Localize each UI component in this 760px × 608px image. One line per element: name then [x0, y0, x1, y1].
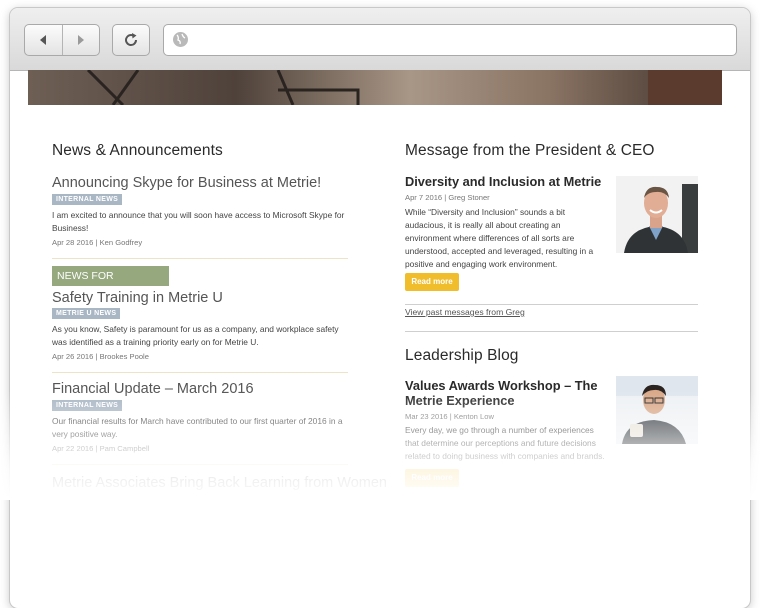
president-meta: Apr 7 2016 | Greg Stoner — [405, 193, 490, 202]
news-title-financial[interactable]: Financial Update – March 2016 — [52, 381, 254, 397]
portrait-photo — [616, 176, 698, 253]
hero-photo — [28, 70, 722, 105]
divider — [405, 304, 698, 305]
blog-article-title-line1[interactable]: Values Awards Workshop – The — [405, 378, 598, 393]
news-tag[interactable]: INTERNAL NEWS — [52, 400, 123, 411]
browser-toolbar — [10, 8, 750, 71]
blog-article-title-line2[interactable]: Metrie Experience — [405, 393, 515, 408]
blog-body-line: related to doing business with companies… — [405, 451, 605, 461]
president-article-title[interactable]: Diversity and Inclusion at Metrie — [405, 174, 601, 189]
blog-author-photo[interactable] — [616, 376, 698, 444]
blog-body-line: that determine our perceptions and futur… — [405, 438, 596, 448]
president-heading: Message from the President & CEO — [405, 142, 655, 159]
president-body-line: positive and engaging work environment. — [405, 259, 558, 269]
news-body-line: was identified as a training priority ea… — [52, 337, 259, 347]
divider — [52, 258, 348, 259]
blog-meta: Mar 23 2016 | Kenton Low — [405, 412, 494, 421]
divider — [405, 331, 698, 332]
president-read-more-button[interactable]: Read more — [405, 273, 459, 291]
news-title-learning[interactable]: Metrie Associates Bring Back Learning fr… — [52, 475, 387, 491]
news-body-line: very positive way. — [52, 429, 118, 439]
address-bar[interactable] — [163, 24, 737, 56]
divider — [52, 464, 348, 465]
hero-image — [28, 70, 722, 105]
reload-icon — [125, 33, 138, 46]
blog-read-more-button[interactable]: Read more — [405, 469, 459, 487]
news-body-line: Business! — [52, 223, 89, 233]
news-tag[interactable]: INTERNAL NEWS — [52, 194, 123, 205]
news-meta: Apr 28 2016 | Ken Godfrey — [52, 238, 143, 247]
nav-buttons — [24, 24, 100, 56]
back-button[interactable] — [25, 25, 62, 55]
president-body-line: understood, accepted and leveraged, resu… — [405, 246, 594, 256]
president-body-line: environment where differences of all sor… — [405, 233, 575, 243]
news-heading: News & Announcements — [52, 142, 223, 159]
divider — [52, 372, 348, 373]
news-meta: Apr 22 2016 | Pam Campbell — [52, 444, 150, 453]
browser-window — [10, 8, 750, 608]
news-body-line: As you know, Safety is paramount for us … — [52, 324, 339, 334]
past-messages-link[interactable]: View past messages from Greg — [405, 307, 525, 317]
blog-heading: Leadership Blog — [405, 347, 519, 364]
forward-arrow-icon — [77, 35, 84, 45]
news-for-managers-banner[interactable]: NEWS FOR MANAGERS — [52, 266, 169, 302]
news-body-line: Our financial results for March have con… — [52, 416, 343, 426]
news-meta: Apr 26 2016 | Brookes Poole — [52, 352, 149, 361]
back-arrow-icon — [40, 35, 47, 45]
president-body-line: audacious, it is really all about creati… — [405, 220, 561, 230]
news-title-skype[interactable]: Announcing Skype for Business at Metrie! — [52, 175, 321, 191]
president-photo[interactable] — [616, 176, 698, 253]
forward-button[interactable] — [61, 25, 100, 55]
president-body-line: While “Diversity and Inclusion” sounds a… — [405, 207, 566, 217]
reload-button[interactable] — [112, 24, 150, 56]
news-tag[interactable]: METRIE U NEWS — [52, 308, 121, 319]
portrait-photo — [616, 376, 698, 444]
news-body-line: I am excited to announce that you will s… — [52, 210, 345, 220]
blog-body-line: Every day, we go through a number of exp… — [405, 425, 594, 435]
globe-icon — [173, 32, 188, 47]
news-title-safety[interactable]: Safety Training in Metrie U — [52, 290, 223, 306]
